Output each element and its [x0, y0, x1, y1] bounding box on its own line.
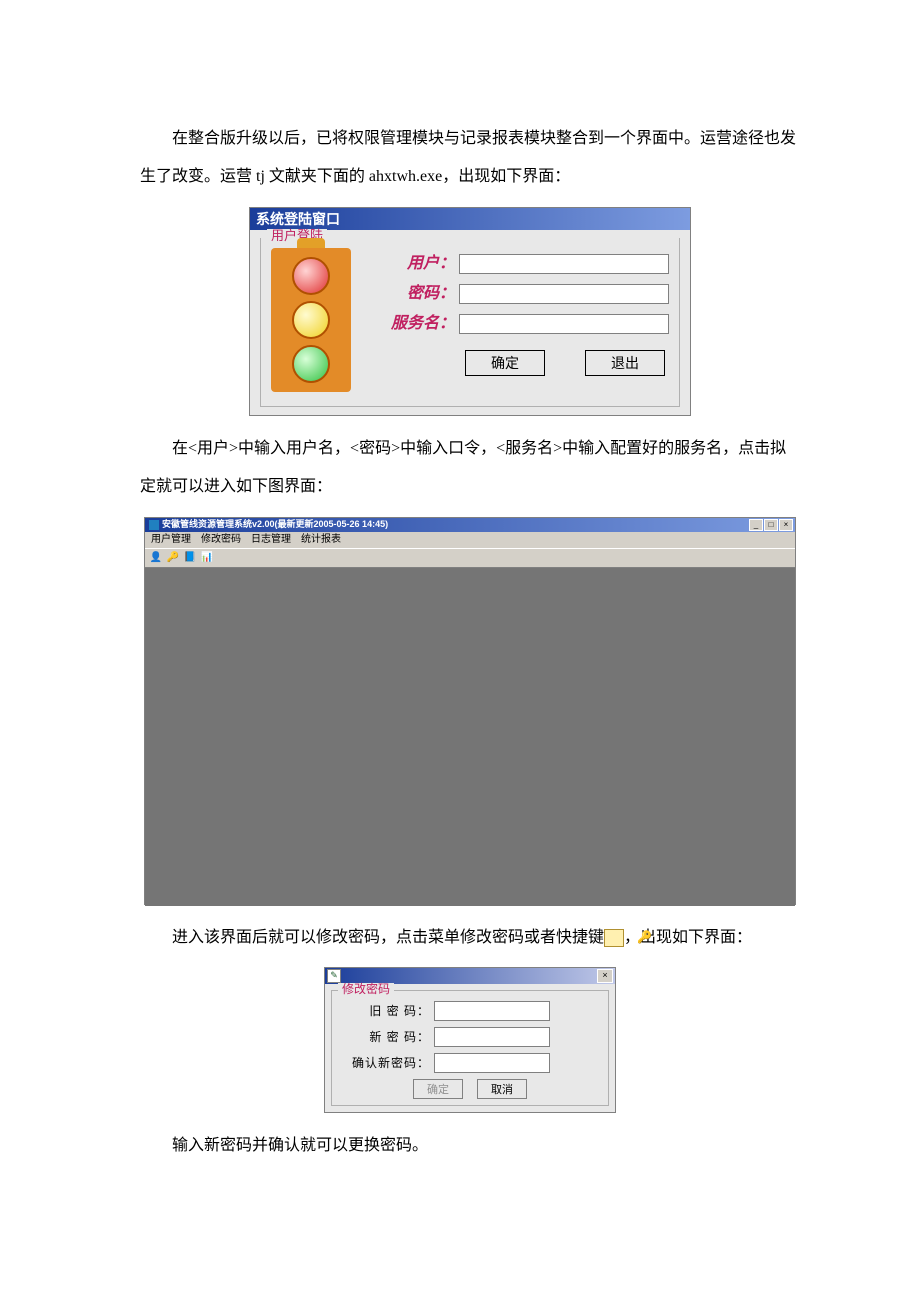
key-icon[interactable]: 🔑 — [166, 551, 180, 565]
inline-key-icon: 🔑 — [604, 929, 624, 947]
green-light-icon — [292, 345, 330, 383]
report-icon[interactable]: 📊 — [200, 551, 214, 565]
pwd-close-button[interactable]: × — [597, 969, 613, 983]
password-input[interactable] — [459, 284, 669, 304]
maximize-button[interactable]: □ — [764, 519, 778, 531]
app-client-area — [145, 568, 795, 906]
login-titlebar: 系统登陆窗口 — [250, 208, 690, 230]
paragraph-3-a: 进入该界面后就可以修改密码，点击菜单修改密码或者快捷键 — [172, 929, 604, 946]
pwd-ok-button[interactable]: 确定 — [413, 1079, 463, 1099]
app-title: 安徽管线资源管理系统v2.00(最新更新2005-05-26 14:45) — [162, 520, 388, 529]
menu-user-mgmt[interactable]: 用户管理 — [151, 535, 191, 545]
paragraph-1: 在整合版升级以后，已将权限管理模块与记录报表模块整合到一个界面中。运营途径也发生… — [140, 120, 800, 197]
red-light-icon — [292, 257, 330, 295]
paragraph-4: 输入新密码并确认就可以更换密码。 — [140, 1127, 800, 1165]
password-label: 密码： — [379, 286, 459, 302]
pwd-cancel-button[interactable]: 取消 — [477, 1079, 527, 1099]
menu-log-mgmt[interactable]: 日志管理 — [251, 535, 291, 545]
user-input[interactable] — [459, 254, 669, 274]
app-titlebar: 安徽管线资源管理系统v2.00(最新更新2005-05-26 14:45) _ … — [145, 518, 795, 532]
login-ok-button[interactable]: 确定 — [465, 350, 545, 376]
app-menubar: 用户管理 修改密码 日志管理 统计报表 — [145, 532, 795, 548]
app-toolbar: 👤 🔑 📘 📊 — [145, 548, 795, 568]
close-button[interactable]: × — [779, 519, 793, 531]
document-page: 在整合版升级以后，已将权限管理模块与记录报表模块整合到一个界面中。运营途径也发生… — [0, 0, 920, 1302]
log-icon[interactable]: 📘 — [183, 551, 197, 565]
app-icon — [149, 520, 159, 530]
app-window: 安徽管线资源管理系统v2.00(最新更新2005-05-26 14:45) _ … — [144, 517, 796, 905]
service-label: 服务名： — [379, 316, 459, 332]
new-password-input[interactable] — [434, 1027, 550, 1047]
paragraph-3: 进入该界面后就可以修改密码，点击菜单修改密码或者快捷键🔑，出现如下界面： — [140, 919, 800, 957]
menu-reports[interactable]: 统计报表 — [301, 535, 341, 545]
service-input[interactable] — [459, 314, 669, 334]
login-dialog: 系统登陆窗口 用户登陆 用户： — [249, 207, 691, 416]
login-exit-button[interactable]: 退出 — [585, 350, 665, 376]
user-icon[interactable]: 👤 — [149, 551, 163, 565]
change-password-dialog: ✎ × 修改密码 旧 密 码： 新 密 码： 确认新密码： 确定 — [324, 967, 616, 1113]
yellow-light-icon — [292, 301, 330, 339]
user-label: 用户： — [379, 256, 459, 272]
new-password-label: 新 密 码： — [340, 1031, 434, 1043]
confirm-password-input[interactable] — [434, 1053, 550, 1073]
minimize-button[interactable]: _ — [749, 519, 763, 531]
menu-change-password[interactable]: 修改密码 — [201, 535, 241, 545]
traffic-light-image — [271, 248, 379, 398]
confirm-password-label: 确认新密码： — [340, 1057, 434, 1069]
old-password-label: 旧 密 码： — [340, 1005, 434, 1017]
paragraph-2: 在<用户>中输入用户名，<密码>中输入口令，<服务名>中输入配置好的服务名，点击… — [140, 430, 800, 507]
pwd-title-icon: ✎ — [327, 969, 341, 983]
pwd-group-label: 修改密码 — [338, 983, 394, 995]
old-password-input[interactable] — [434, 1001, 550, 1021]
